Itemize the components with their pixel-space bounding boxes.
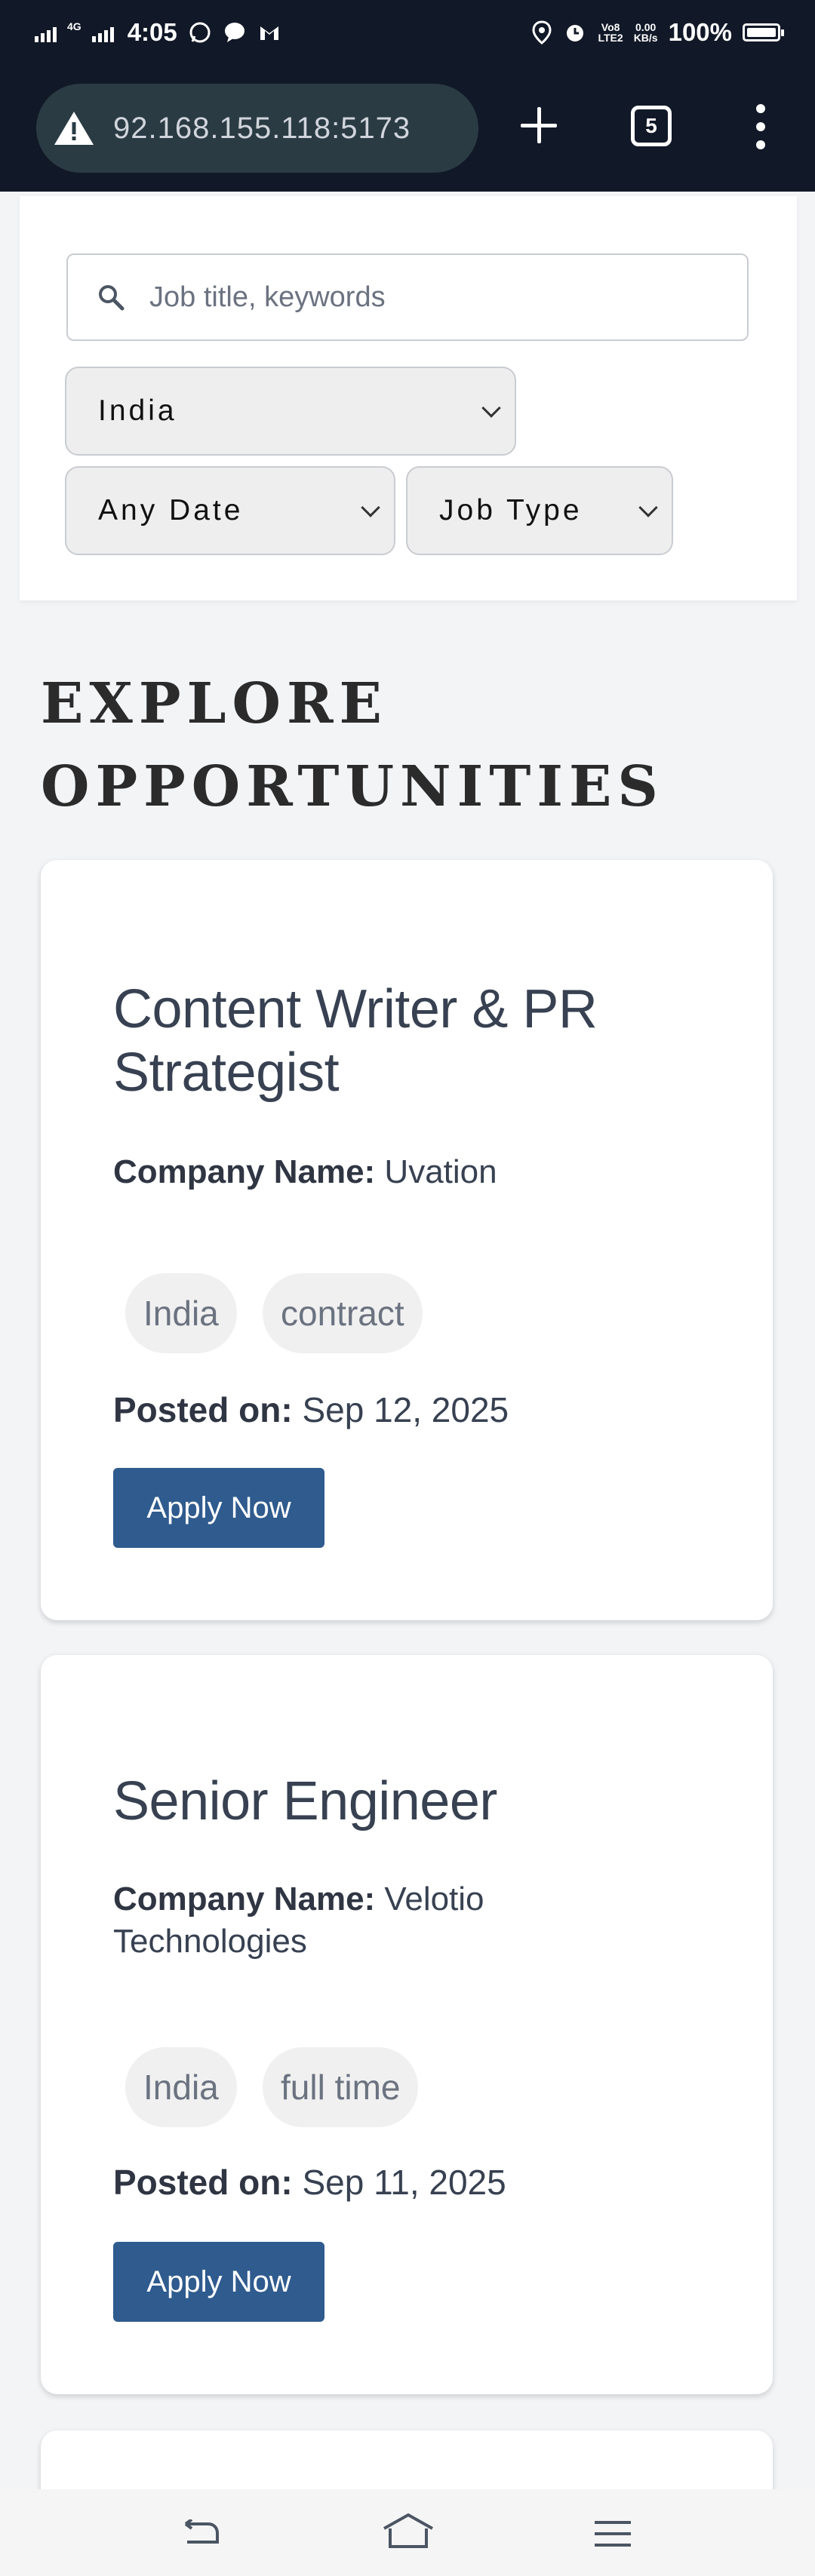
plus-icon[interactable] (518, 104, 560, 146)
apply-now-button[interactable]: Apply Now (113, 2242, 324, 2322)
location-select[interactable]: India (65, 367, 516, 456)
location-tag: India (125, 1273, 237, 1353)
company-name: Company Name: Uvation (113, 1151, 641, 1193)
posted-label: Posted on: (113, 1390, 293, 1429)
company-name: Company Name: Velotio Technologies (113, 1878, 581, 1963)
chevron-down-icon (361, 498, 380, 517)
more-icon[interactable] (752, 104, 770, 149)
tabs-icon[interactable]: 5 (631, 106, 672, 146)
company-label: Company Name: (113, 1881, 376, 1917)
job-title[interactable]: Content Writer & PR Strategist (113, 978, 717, 1104)
alarm-icon (567, 25, 584, 41)
browser-toolbar: 92.168.155.118:5173 5 (0, 65, 815, 192)
apply-now-button[interactable]: Apply Now (113, 1468, 324, 1548)
system-navigation-bar (0, 2489, 815, 2576)
home-icon[interactable] (381, 2512, 435, 2550)
battery-percent: 100% (668, 18, 732, 46)
back-icon[interactable] (183, 2519, 220, 2545)
job-card: Content Writer & PR Strategist Company N… (41, 860, 773, 1620)
search-icon (99, 285, 125, 311)
posted-value: Sep 11, 2025 (302, 2163, 506, 2202)
job-title[interactable]: Senior Engineer (113, 1770, 717, 1833)
posted-value: Sep 12, 2025 (302, 1390, 509, 1429)
tab-count: 5 (645, 114, 657, 137)
url-text[interactable]: 92.168.155.118:5173 (113, 112, 411, 146)
network-type: 4G (67, 20, 82, 32)
search-panel: India Any Date Job Type (20, 196, 797, 600)
job-card: Senior Engineer Company Name: Velotio Te… (41, 1655, 773, 2394)
page-title-line-2: OPPORTUNITIES (41, 754, 664, 819)
search-input[interactable] (149, 281, 738, 314)
location-icon (532, 20, 552, 45)
location-tag: India (125, 2047, 237, 2127)
posted-label: Posted on: (113, 2163, 293, 2202)
posted-date: Posted on: Sep 11, 2025 (113, 2162, 506, 2203)
job-type-tag: contract (263, 1273, 423, 1353)
recents-menu-icon[interactable] (593, 2519, 632, 2548)
status-bar: 4G 4:05 Vo8 LTE2 0.00 KB/s 100% (0, 0, 815, 65)
search-box[interactable] (66, 253, 749, 341)
chevron-down-icon (481, 398, 501, 418)
battery-icon (743, 23, 784, 41)
chevron-down-icon (638, 498, 658, 517)
job-type-select[interactable]: Job Type (406, 466, 673, 555)
company-value: Uvation (384, 1153, 497, 1190)
page-title-line-1: EXPLORE (41, 671, 388, 736)
page-title: EXPLORE OPPORTUNITIES (41, 662, 720, 828)
location-select-value: India (98, 395, 177, 427)
signal-icon-2 (91, 23, 114, 42)
address-bar[interactable]: 92.168.155.118:5173 (36, 84, 478, 173)
date-select-value: Any Date (98, 494, 244, 527)
signal-icon (35, 23, 57, 42)
company-label: Company Name: (113, 1153, 376, 1190)
network-speed: 0.00 KB/s (633, 21, 658, 44)
posted-date: Posted on: Sep 12, 2025 (113, 1389, 509, 1430)
job-type-select-value: Job Type (439, 494, 583, 527)
date-select[interactable]: Any Date (65, 466, 395, 555)
message-icon (224, 23, 244, 42)
clock-time: 4:05 (127, 18, 177, 46)
whatsapp-icon (189, 22, 211, 43)
job-type-tag: full time (263, 2047, 419, 2127)
gmail-icon (260, 26, 278, 40)
volte-indicator: Vo8 LTE2 (598, 21, 623, 44)
warning-icon[interactable] (53, 109, 95, 147)
